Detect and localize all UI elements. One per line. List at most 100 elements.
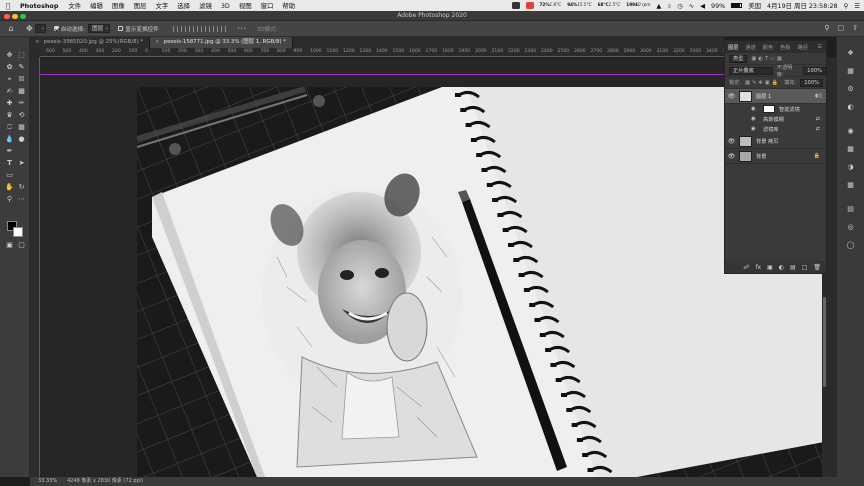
search-icon[interactable]: ⚲ [844,2,849,10]
zoom-tool-icon[interactable]: ⚲ [5,195,14,204]
document-image[interactable] [137,87,824,477]
tab-paths[interactable]: 路径 [798,44,808,51]
filter-icons[interactable]: ▣◐T▭▦ [751,56,783,62]
canvas-area[interactable] [40,58,824,477]
libraries-icon[interactable]: ▦ [846,67,855,76]
tab-layers[interactable]: 图层 [728,44,738,51]
scrollbar-thumb[interactable] [823,297,826,387]
rotate-view-icon[interactable]: ↻ [17,183,26,192]
temp-stat[interactable]: 68°C1.5°C [598,3,621,8]
tab-document-2[interactable]: × pexels-158771.jpg @ 33.3% (图层 1, RGB/8)… [150,37,294,48]
add-mask-icon[interactable]: ▣ [767,264,773,271]
eraser-tool-icon[interactable]: ⎕ [5,123,14,132]
visibility-eye-icon[interactable]: 👁 [727,153,736,160]
search-icon[interactable]: ⚲ [824,24,829,32]
tool-preset-dropdown[interactable] [34,24,46,33]
history-brush-icon[interactable]: ⟲ [17,111,26,120]
fan-stat[interactable]: 19940 rpm [626,3,650,8]
clock-icon[interactable]: ◷ [677,2,683,10]
menu-view[interactable]: 视图 [239,1,252,10]
trash-icon[interactable]: 🗑 [813,264,821,271]
menu-3d[interactable]: 3D [221,2,230,10]
ruler-tool-icon[interactable]: ▩ [17,87,26,96]
gradient-tool-icon[interactable]: ▦ [17,123,26,132]
path-select-tool-icon[interactable]: ➤ [17,159,26,168]
frame-tool-icon[interactable]: ☒ [17,75,26,84]
mem-stat[interactable]: 94%15.5°C [567,3,591,8]
properties-icon[interactable]: ⚙ [846,85,855,94]
visibility-eye-icon[interactable]: 👁 [727,138,736,145]
tab-color[interactable]: 颜色 [763,44,773,51]
paths-icon[interactable]: ◯ [846,241,855,250]
layer-filter-dropdown[interactable]: 类型 [729,54,748,63]
gradients-icon[interactable]: ◑ [846,163,855,172]
visibility-eye-icon[interactable]: ◉ [751,126,759,132]
layer-row-background-copy[interactable]: 👁 背景 拷贝 [725,134,826,149]
opacity-input[interactable]: 100% [803,66,826,75]
horizontal-ruler[interactable]: 600 500 400 300 200 100 0 100 200 300 400 500 600 700… [40,48,724,57]
pen-tool-icon[interactable]: ✒ [5,147,14,156]
blur-tool-icon[interactable]: 💧 [5,135,14,144]
eyedropper-tool-icon[interactable]: ✍ [5,87,14,96]
menu-file[interactable]: 文件 [68,1,81,10]
ruler-corner[interactable] [30,48,40,57]
link-layers-icon[interactable]: ☍ [743,264,749,271]
quick-select-tool-icon[interactable]: ✎ [17,63,26,72]
menu-image[interactable]: 图像 [112,1,125,10]
volume-icon[interactable]: ◀ [700,2,705,10]
background-color-swatch[interactable] [13,227,23,237]
menu-window[interactable]: 窗口 [261,1,274,10]
close-tab-icon[interactable]: × [155,39,160,45]
swatches-icon[interactable]: ▦ [846,145,855,154]
tab-swatches[interactable]: 色板 [780,44,790,51]
marquee-tool-icon[interactable]: ⬚ [17,51,26,60]
filter-row-gaussian[interactable]: ◉ 高斯模糊 ⇄ [725,114,826,124]
document-size[interactable]: 4248 像素 x 2830 像素 (72 ppi) [67,477,143,486]
fill-input[interactable]: 100% [800,78,824,87]
wechat-icon[interactable] [511,2,520,9]
lock-icon[interactable]: 🔒 [814,153,820,159]
blend-mode-dropdown[interactable]: 正片叠底 [729,66,773,75]
learn-icon[interactable]: ❖ [846,49,855,58]
more-options-icon[interactable]: ••• [237,26,247,32]
hand-tool-icon[interactable]: ✋ [5,183,14,192]
menu-select[interactable]: 选择 [177,1,190,10]
type-tool-icon[interactable]: T [5,159,14,168]
new-group-icon[interactable]: ▤ [790,264,796,271]
channels-icon[interactable]: ◎ [846,223,855,232]
visibility-eye-icon[interactable]: 👁 [727,93,736,100]
menu-help[interactable]: 帮助 [282,1,295,10]
lock-icons[interactable]: ▦✎✥▣🔒 [745,80,780,86]
layer-row-layer1[interactable]: 👁 图层 1 ◐◊ [725,89,826,104]
panel-menu-icon[interactable]: ☰ [817,44,822,50]
app-red-icon[interactable] [525,2,534,9]
adjustments-icon[interactable]: ◐ [846,103,855,112]
lasso-tool-icon[interactable]: ✿ [5,63,14,72]
layer-row-background[interactable]: 👁 背景 🔒 [725,149,826,164]
battery-percent[interactable]: 99% [711,2,725,10]
home-icon[interactable]: ⌂ [4,24,18,33]
patterns-icon[interactable]: ▦ [846,181,855,190]
brush-tool-icon[interactable]: ✏ [17,99,26,108]
input-method[interactable]: 美国 [748,1,761,10]
menu-type[interactable]: 文字 [156,1,169,10]
more-tools-icon[interactable]: ⋯ [17,195,26,204]
apple-icon[interactable]:  [6,2,14,10]
smart-filters-row[interactable]: ◉ 智能滤镜 [725,104,826,114]
tab-document-1[interactable]: × pexels-3985020.jpg @ 25%(RGB/8) * [30,37,151,48]
vertical-ruler[interactable] [30,57,40,477]
crop-tool-icon[interactable]: ⌖ [5,75,14,84]
layers-panel-icon[interactable]: ▤ [846,205,855,214]
filter-options-icon[interactable]: ⇄ [816,126,820,132]
auto-select-dropdown[interactable]: 图层 [87,24,111,33]
battery-icon[interactable] [731,3,743,8]
menu-app-name[interactable]: Photoshop [20,2,58,10]
adjustment-layer-icon[interactable]: ◐ [779,264,784,271]
bell-icon[interactable]: ▲ [656,2,661,10]
filter-row-gallery[interactable]: ◉ 滤镜库 ⇄ [725,124,826,134]
new-layer-icon[interactable]: □ [802,264,808,271]
quick-mask-icon[interactable]: ▣ [5,241,14,250]
dodge-tool-icon[interactable]: ● [17,135,26,144]
tab-channels[interactable]: 通道 [745,44,755,51]
visibility-eye-icon[interactable]: ◉ [751,116,759,122]
